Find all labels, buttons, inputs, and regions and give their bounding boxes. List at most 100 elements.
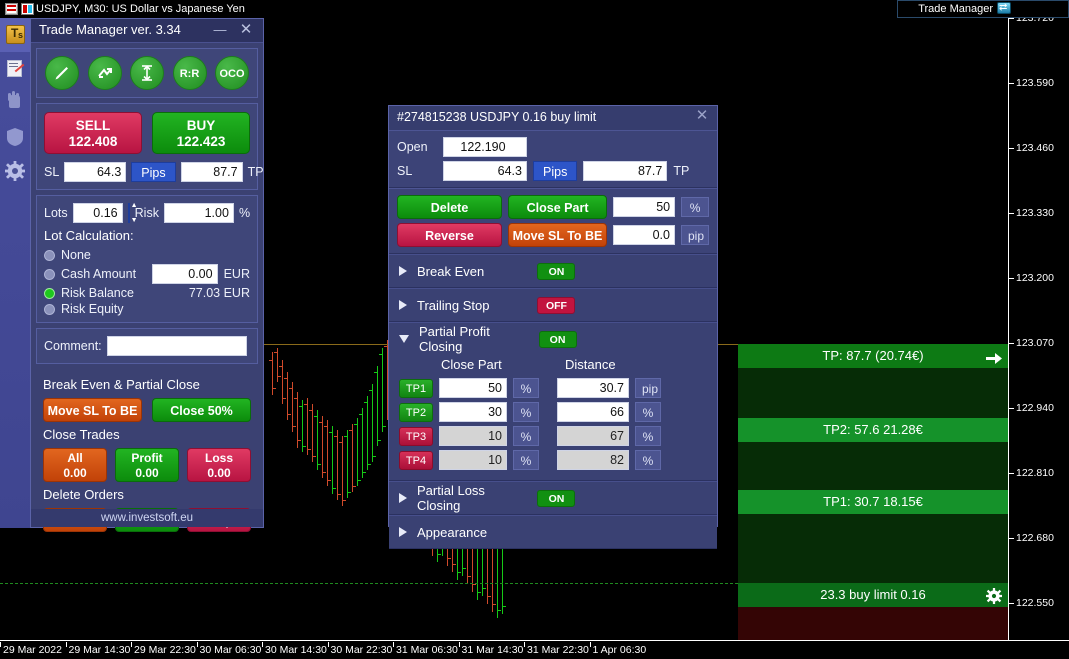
time-axis[interactable]: 29 Mar 2022 29 Mar 14:30 29 Mar 22:30 30 Ma… xyxy=(0,640,1069,659)
trade-manager-titlebar[interactable]: Trade Manager ver. 3.34 — ✕ xyxy=(31,19,263,43)
be-section-title: Break Even & Partial Close xyxy=(43,377,200,392)
order-prices-band: Open SL Pips TP xyxy=(389,130,717,188)
section-header[interactable]: Trailing Stop OFF xyxy=(389,289,717,321)
radio-icon[interactable] xyxy=(44,249,55,261)
lot-calc-option-label: Risk Equity xyxy=(61,302,124,316)
tp-badge-tp4[interactable]: TP4 xyxy=(399,450,433,470)
tp-badge-tp3[interactable]: TP3 xyxy=(399,426,433,446)
left-toolbar[interactable]: T s xyxy=(0,18,30,528)
close-button[interactable]: ✕ xyxy=(237,21,255,39)
lot-calc-option-3[interactable]: Risk Equity xyxy=(42,301,252,317)
order-move-sl-button[interactable]: Move SL To BE xyxy=(507,223,607,247)
section-header[interactable]: Partial Loss Closing ON xyxy=(389,482,717,514)
lot-calc-option-2[interactable]: Risk Balance 77.03 EUR xyxy=(42,285,252,301)
move-sl-input[interactable] xyxy=(613,225,675,245)
rail-hand-icon[interactable] xyxy=(0,86,30,120)
tp-badge-tp1[interactable]: TP1 xyxy=(399,378,433,398)
comment-input[interactable] xyxy=(106,336,247,356)
radio-icon[interactable] xyxy=(44,268,55,280)
chevron-right-icon[interactable] xyxy=(399,493,407,503)
chevron-right-icon[interactable] xyxy=(399,266,407,276)
trade-manager-tag[interactable]: Trade Manager xyxy=(918,0,1011,17)
section-header[interactable]: Break Even ON xyxy=(389,255,717,287)
arrows-tool-button[interactable] xyxy=(87,56,122,90)
rail-gear-icon[interactable] xyxy=(0,154,30,188)
tp-badge-tp2[interactable]: TP2 xyxy=(399,402,433,422)
section-toggle[interactable]: ON xyxy=(537,489,576,507)
tp-row[interactable]: TP3%% xyxy=(399,424,707,448)
close-trades-all-button[interactable]: All 0.00 xyxy=(43,448,107,482)
section-trailing-stop[interactable]: Trailing Stop OFF xyxy=(389,288,717,322)
order-sl-input[interactable] xyxy=(443,161,527,181)
section-appearance[interactable]: Appearance xyxy=(389,515,717,549)
tp-close-part-input[interactable] xyxy=(439,402,507,422)
chart-bar-close xyxy=(293,426,296,427)
buy-button[interactable]: BUY 122.423 xyxy=(152,112,250,154)
delete-order-button[interactable]: Delete xyxy=(397,195,503,219)
chevron-right-icon[interactable] xyxy=(399,527,407,537)
tp-input[interactable] xyxy=(180,162,243,182)
rail-shield-icon[interactable] xyxy=(0,120,30,154)
price-axis[interactable]: 123.720 123.590 123.460 123.330 123.200 123.0… xyxy=(1008,12,1069,640)
chart-label-entry[interactable]: 23.3 buy limit 0.16 xyxy=(738,583,1008,607)
rail-logo-icon[interactable]: T s xyxy=(0,18,30,52)
rr-tool-button[interactable]: R:R xyxy=(172,56,207,90)
drag-handle-icon[interactable] xyxy=(986,349,1002,364)
pips-toggle[interactable]: Pips xyxy=(131,162,176,182)
pencil-tool-button[interactable] xyxy=(45,56,79,90)
section-break-even[interactable]: Break Even ON xyxy=(389,254,717,288)
close-trades-loss-button[interactable]: Loss 0.00 xyxy=(187,448,251,482)
radio-icon[interactable] xyxy=(44,303,55,315)
risk-input[interactable] xyxy=(163,203,234,223)
tp-row[interactable]: TP4%% xyxy=(399,448,707,472)
close-part-input[interactable] xyxy=(613,197,676,217)
order-dialog[interactable]: #274815238 USDJPY 0.16 buy limit ✕ Open … xyxy=(388,105,718,549)
move-sl-to-be-button[interactable]: Move SL To BE xyxy=(43,398,142,422)
cash-amount-input[interactable] xyxy=(151,264,218,284)
sl-input[interactable] xyxy=(64,162,127,182)
section-partial-loss-closing[interactable]: Partial Loss Closing ON xyxy=(389,481,717,515)
tp-close-part-input[interactable] xyxy=(439,378,507,398)
rail-notes-icon[interactable] xyxy=(0,52,30,86)
lots-stepper[interactable] xyxy=(127,202,138,224)
tp-close-part-input[interactable] xyxy=(439,450,507,470)
chart-label-tp2[interactable]: TP2: 57.6 21.28€ xyxy=(738,418,1008,442)
radio-icon[interactable] xyxy=(44,287,55,299)
order-open-input[interactable] xyxy=(443,137,527,157)
tp-close-part-input[interactable] xyxy=(439,426,507,446)
section-header[interactable]: Partial Profit Closing ON xyxy=(389,323,717,355)
lots-input[interactable] xyxy=(72,203,123,223)
tp-distance-input[interactable] xyxy=(557,378,629,398)
section-toggle[interactable]: ON xyxy=(537,262,576,280)
section-toggle[interactable]: OFF xyxy=(537,296,576,314)
tp-distance-input[interactable] xyxy=(557,402,629,422)
tp-distance-input[interactable] xyxy=(557,450,629,470)
tp-row[interactable]: TP2%% xyxy=(399,400,707,424)
sell-button[interactable]: SELL 122.408 xyxy=(44,112,142,154)
close-trades-profit-button[interactable]: Profit 0.00 xyxy=(115,448,179,482)
oco-tool-button[interactable]: OCO xyxy=(215,56,249,90)
order-tp-input[interactable] xyxy=(583,161,668,181)
tp-distance-input[interactable] xyxy=(557,426,629,446)
order-dialog-close-icon[interactable]: ✕ xyxy=(693,107,711,125)
close-50-button[interactable]: Close 50% xyxy=(152,398,251,422)
chart-label-tp1[interactable]: TP1: 30.7 18.15€ xyxy=(738,490,1008,514)
lot-calc-option-0[interactable]: None xyxy=(42,247,252,263)
lot-calc-option-1[interactable]: Cash Amount EUR xyxy=(42,263,252,285)
measure-tool-button[interactable] xyxy=(130,56,164,90)
section-partial-profit-closing[interactable]: Partial Profit Closing ON Close Part Distan… xyxy=(389,322,717,481)
panel-footer[interactable]: www.investsoft.eu xyxy=(31,509,263,527)
chevron-down-icon[interactable] xyxy=(399,335,409,343)
minimize-button[interactable]: — xyxy=(211,21,229,39)
settings-gear-icon[interactable] xyxy=(986,588,1002,604)
trade-manager-panel[interactable]: Trade Manager ver. 3.34 — ✕ R:R OCO SELL… xyxy=(30,18,264,532)
chart-label-tp-final[interactable]: TP: 87.7 (20.74€) xyxy=(738,344,1008,368)
order-dialog-titlebar[interactable]: #274815238 USDJPY 0.16 buy limit ✕ xyxy=(389,106,717,130)
chevron-right-icon[interactable] xyxy=(399,300,407,310)
tp-row[interactable]: TP1% pip xyxy=(399,376,707,400)
section-toggle[interactable]: ON xyxy=(538,330,577,348)
reverse-button[interactable]: Reverse xyxy=(397,223,502,247)
section-header[interactable]: Appearance xyxy=(389,516,717,548)
close-part-button[interactable]: Close Part xyxy=(508,195,608,219)
order-pips-toggle[interactable]: Pips xyxy=(533,161,578,181)
